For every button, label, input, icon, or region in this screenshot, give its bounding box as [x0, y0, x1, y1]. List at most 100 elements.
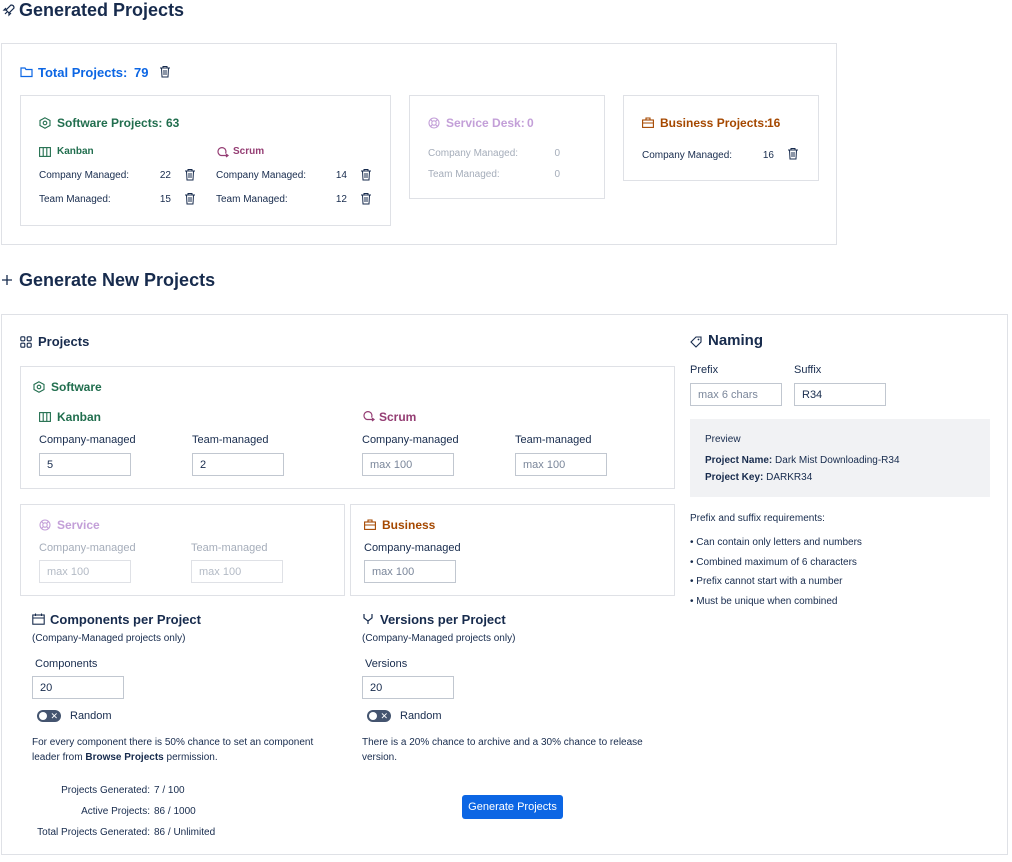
service-desk-value: 0: [527, 116, 534, 130]
service-desk-card: Service Desk: 0 Company Managed: 0 Team …: [409, 95, 605, 199]
grid-icon: [20, 336, 32, 348]
service-company-label: Company Managed:: [428, 148, 519, 159]
kanban-company-value: 22: [159, 170, 171, 181]
kanban-company-label: Company Managed:: [39, 170, 130, 181]
kanban-label: Kanban: [57, 146, 94, 157]
stat-value: 7 / 100: [154, 785, 185, 796]
business-company-input[interactable]: [364, 560, 456, 583]
scrum-generate-title: Scrum: [379, 410, 417, 424]
business-projects-value: 16: [767, 116, 781, 130]
lifebuoy-icon: [428, 117, 440, 129]
scrum-team-field-label: Team-managed: [515, 434, 592, 446]
stat-label: Projects Generated:: [61, 785, 150, 796]
generate-section-title: Generate New Projects: [19, 270, 216, 290]
prefix-input[interactable]: [690, 383, 782, 406]
delete-scrum-team-trash-icon[interactable]: [360, 192, 372, 205]
service-team-label: Team Managed:: [428, 169, 500, 180]
software-projects-value: 63: [166, 116, 180, 130]
scrum-team-value: 12: [335, 194, 347, 205]
service-team-field-label: Team-managed: [191, 542, 268, 554]
suffix-label: Suffix: [794, 364, 822, 376]
scrum-label: Scrum: [233, 146, 265, 157]
components-note-permission: Browse Projects: [85, 752, 164, 763]
requirement-item: • Prefix cannot start with a number: [690, 576, 843, 588]
business-generate-title: Business: [382, 518, 436, 532]
kanban-board-icon: [39, 412, 51, 422]
delete-business-company-trash-icon[interactable]: [787, 147, 799, 160]
business-company-label: Company Managed:: [642, 150, 733, 161]
kanban-team-value: 15: [159, 194, 171, 205]
kanban-generate-title: Kanban: [57, 410, 102, 424]
calendar-icon: [32, 613, 45, 625]
kanban-company-input[interactable]: [39, 453, 131, 476]
delete-kanban-team-trash-icon[interactable]: [184, 192, 196, 205]
generate-panel: Projects Software Kanban Company-managed…: [1, 314, 1008, 855]
delete-all-trash-icon[interactable]: [159, 65, 171, 78]
service-company-value: 0: [554, 148, 560, 159]
delete-scrum-company-trash-icon[interactable]: [360, 168, 372, 181]
projects-heading: Projects: [38, 334, 90, 349]
versions-input[interactable]: [362, 676, 454, 699]
requirement-item: • Can contain only letters and numbers: [690, 537, 862, 548]
branch-icon: [362, 613, 374, 625]
components-input[interactable]: [32, 676, 124, 699]
software-generate-box: Software Kanban Company-managed Team-man…: [20, 366, 675, 489]
versions-note: There is a 20% chance to archive and a 3…: [362, 737, 643, 763]
stat-label: Total Projects Generated:: [37, 827, 150, 838]
kanban-team-label: Team Managed:: [39, 194, 111, 205]
scrum-company-value: 14: [335, 170, 347, 181]
briefcase-icon: [364, 519, 376, 530]
folder-icon: [20, 66, 33, 78]
preview-project-name: Project Name: Dark Mist Downloading-R34: [705, 455, 900, 466]
scrum-cycle-icon: [362, 410, 375, 422]
components-note-suffix: permission.: [163, 752, 218, 763]
briefcase-icon: [642, 117, 654, 128]
scrum-company-input[interactable]: [362, 453, 454, 476]
components-field-label: Components: [35, 658, 98, 670]
preview-name-value: Dark Mist Downloading-R34: [775, 455, 900, 466]
suffix-input[interactable]: [794, 383, 886, 406]
service-team-value: 0: [554, 169, 560, 180]
scrum-team-input[interactable]: [515, 453, 607, 476]
stat-label: Active Projects:: [81, 806, 150, 817]
components-title: Components per Project: [50, 612, 201, 627]
requirement-item: • Must be unique when combined: [690, 596, 838, 608]
close-icon: ✕: [380, 711, 388, 721]
stat-value: 86 / Unlimited: [154, 827, 216, 838]
requirement-item: • Combined maximum of 6 characters: [690, 556, 857, 568]
versions-title: Versions per Project: [380, 612, 506, 627]
delete-kanban-company-trash-icon[interactable]: [184, 168, 196, 181]
preview-key-label: Project Key:: [705, 472, 764, 483]
business-company-field-label: Company-managed: [364, 542, 461, 554]
versions-subtitle: (Company-Managed projects only): [362, 633, 516, 644]
versions-random-label: Random: [400, 710, 442, 722]
software-icon: [33, 381, 45, 393]
kanban-team-field-label: Team-managed: [192, 434, 269, 446]
business-projects-card: Business Projects: 16 Company Managed: 1…: [623, 95, 819, 181]
scrum-team-label: Team Managed:: [216, 194, 288, 205]
preview-project-key: Project Key: DARKR34: [705, 472, 812, 483]
service-generate-box: Service Company-managed Team-managed: [20, 504, 345, 596]
naming-title: Naming: [708, 332, 764, 349]
kanban-company-field-label: Company-managed: [39, 434, 136, 446]
components-random-toggle[interactable]: ✕: [37, 710, 61, 722]
preview-key-value: DARKR34: [766, 472, 813, 483]
preview-name-label: Project Name:: [705, 455, 773, 466]
stats-values: 7 / 100 86 / 1000 86 / Unlimited: [154, 780, 215, 843]
kanban-board-icon: [39, 147, 51, 157]
scrum-cycle-icon: [216, 146, 229, 158]
components-random-label: Random: [70, 710, 112, 722]
requirements-title: Prefix and suffix requirements:: [690, 513, 825, 524]
total-projects-label: Total Projects:: [38, 65, 128, 80]
stat-value: 86 / 1000: [154, 806, 196, 817]
scrum-company-field-label: Company-managed: [362, 434, 459, 446]
generate-projects-button[interactable]: Generate Projects: [462, 795, 563, 819]
versions-field-label: Versions: [365, 658, 408, 670]
business-projects-label: Business Projects:: [660, 116, 769, 130]
close-icon: ✕: [50, 711, 58, 721]
toggle-knob: [369, 712, 377, 720]
service-company-input: [39, 560, 131, 583]
versions-random-toggle[interactable]: ✕: [367, 710, 391, 722]
kanban-team-input[interactable]: [192, 453, 284, 476]
business-generate-box: Business Company-managed: [350, 504, 675, 596]
